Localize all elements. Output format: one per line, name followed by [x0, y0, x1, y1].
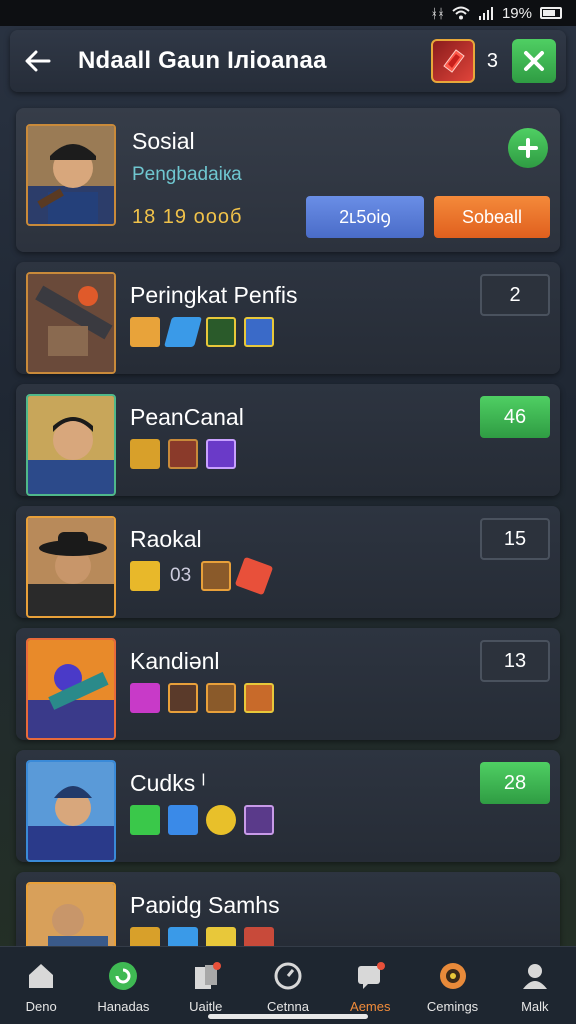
list-item[interactable]: Kandiənl 13: [16, 628, 560, 740]
refresh-badge-icon: [106, 959, 140, 993]
chest-icon: [130, 561, 160, 591]
face-icon: [201, 561, 232, 591]
crystal-icon: [163, 317, 203, 347]
add-friend-button[interactable]: [508, 128, 548, 168]
chat-icon: [353, 959, 387, 993]
gem-icon[interactable]: [430, 39, 475, 83]
nav-label: Uaitle: [189, 999, 223, 1014]
chest-icon: [130, 927, 160, 946]
nav-item-aemes[interactable]: Aemes: [334, 959, 406, 1014]
crystal-icon: [244, 927, 274, 946]
gem-icon: [206, 439, 236, 469]
arrow-left-icon: [25, 50, 51, 72]
nav-item-deno[interactable]: Deno: [5, 959, 77, 1014]
close-button[interactable]: [512, 39, 556, 83]
nav-item-cetnna[interactable]: Cetnna: [252, 959, 324, 1014]
compass-icon: [271, 959, 305, 993]
wifi-icon: [452, 6, 470, 20]
item-list: [130, 804, 274, 836]
face-icon: [244, 683, 274, 713]
crystal-icon: [168, 805, 198, 835]
nav-label: Cetnna: [267, 999, 309, 1014]
count-badge: 46: [480, 396, 550, 438]
item-list: [130, 438, 236, 470]
status-bar: ᚼᚼ 19%: [0, 0, 576, 26]
list-item[interactable]: PeanCanal 46: [16, 384, 560, 496]
top-bar: Ndaall Gaun Iлioanaa 3: [10, 30, 566, 92]
signal-icon: ᚼᚼ: [430, 5, 445, 21]
close-icon: [524, 51, 544, 71]
item-list: [130, 316, 274, 348]
coin-icon: [206, 805, 236, 835]
nav-label: Hanadas: [97, 999, 150, 1014]
face-icon: [244, 805, 274, 835]
profile-name: Sosial: [132, 128, 195, 154]
profile-subtitle: Pengbadaiкa: [132, 164, 242, 185]
item-count: 03: [170, 565, 192, 586]
star-icon: [244, 317, 274, 347]
list-item[interactable]: Peringkat Penfis 2: [16, 262, 560, 374]
count-badge: 15: [480, 518, 550, 560]
crystal-icon: [130, 805, 160, 835]
home-icon: [24, 959, 58, 993]
row-name: Raokal: [130, 526, 202, 552]
nav-label: Aemes: [350, 999, 391, 1014]
list-item[interactable]: Cudks ˡ 28: [16, 750, 560, 862]
cell-signal-icon: [478, 7, 493, 20]
avatar: [26, 272, 116, 374]
row-name: PeanCanal: [130, 404, 244, 430]
item-list: [130, 682, 274, 714]
shield-icon: [206, 683, 236, 713]
face-icon: [168, 683, 198, 713]
nav-item-uaitle[interactable]: Uaitle: [170, 959, 242, 1014]
chest-icon: [130, 317, 160, 347]
nav-item-hanadas[interactable]: Hanadas: [87, 959, 159, 1014]
avatar: [26, 124, 116, 226]
cards-icon: [189, 959, 223, 993]
avatar: [26, 394, 116, 496]
primary-action-button[interactable]: 2ʟ5oiꝯ: [306, 196, 424, 238]
list-item[interactable]: Paɒidg Samhs: [16, 872, 560, 946]
user-icon: [518, 959, 552, 993]
row-name: Peringkat Penfis: [130, 282, 298, 308]
chest-icon: [130, 439, 160, 469]
avatar: [26, 638, 116, 740]
profile-card: Sosial Pengbadaiкa 18 19 oooб 2ʟ5oiꝯ Sob…: [16, 108, 560, 252]
bottom-nav: Deno Hanadas Uaitle Cetnna Aemes Cemings: [0, 946, 576, 1024]
row-name: Paɒidg Samhs: [130, 892, 280, 918]
profile-score: 18 19 oooб: [132, 206, 243, 228]
nav-label: Malk: [521, 999, 549, 1014]
plus-icon: [518, 138, 538, 158]
back-button[interactable]: [24, 47, 52, 75]
gem-count: 3: [486, 49, 498, 72]
secondary-action-button[interactable]: Sobɵall: [434, 196, 550, 238]
row-name: Kandiənl: [130, 648, 220, 674]
crystal-icon: [168, 927, 198, 946]
nav-item-malk[interactable]: Malk: [499, 959, 571, 1014]
crystal-icon: [234, 556, 274, 596]
gem-icon: [130, 683, 160, 713]
avatar: [26, 760, 116, 862]
count-badge: 2: [480, 274, 550, 316]
nav-item-cemings[interactable]: Cemings: [417, 959, 489, 1014]
count-badge: 28: [480, 762, 550, 804]
crystal-icon: [443, 49, 465, 73]
home-indicator[interactable]: [208, 1014, 368, 1019]
count-badge: 13: [480, 640, 550, 682]
page-title: Ndaall Gaun Iлioanaa: [78, 47, 327, 74]
target-icon: [436, 959, 470, 993]
item-list: 03: [130, 556, 274, 596]
nav-label: Deno: [25, 999, 57, 1014]
row-name: Cudks ˡ: [130, 770, 206, 796]
fire-icon: [168, 439, 198, 469]
list-item[interactable]: Raokal 03 15: [16, 506, 560, 618]
battery-percent: 19%: [501, 4, 532, 22]
item-list: [130, 926, 274, 946]
battery-icon: [540, 7, 562, 19]
nav-label: Cemings: [426, 999, 479, 1014]
badge-icon: [206, 317, 236, 347]
coin-icon: [206, 927, 236, 946]
avatar: [26, 516, 116, 618]
avatar: [26, 882, 116, 946]
